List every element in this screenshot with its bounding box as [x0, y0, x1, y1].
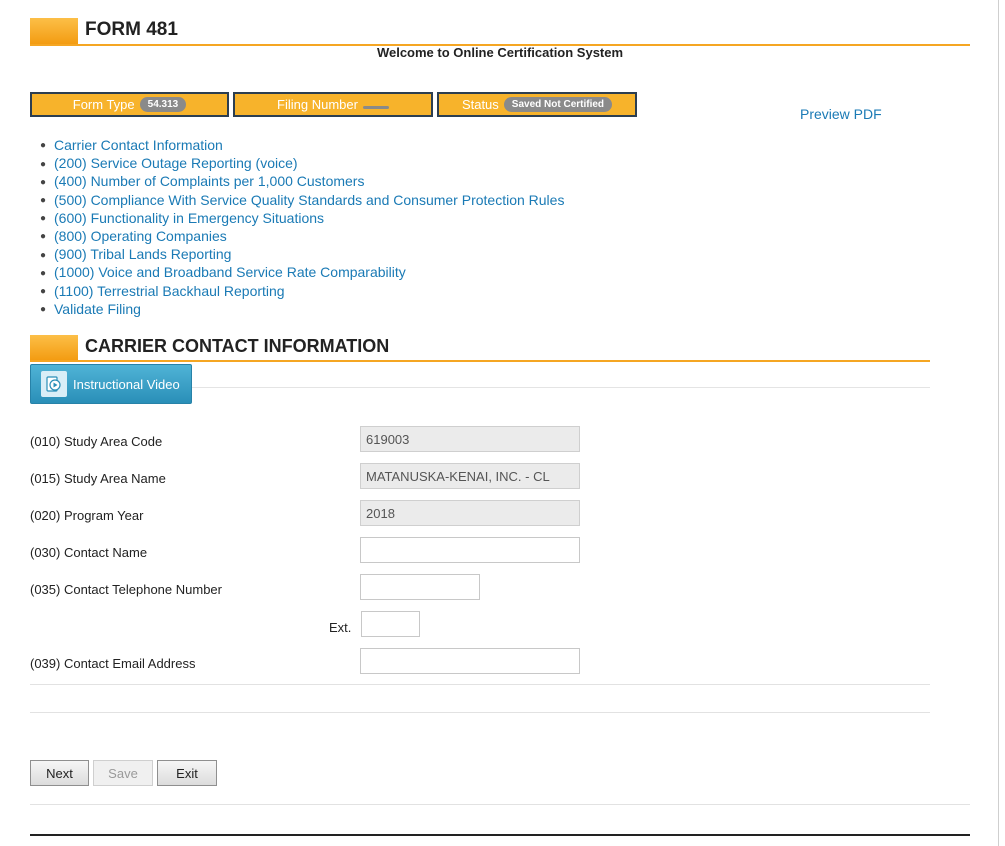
bullet-icon: ● [40, 304, 47, 316]
divider [30, 804, 970, 805]
form-type-badge: 54.313 [139, 97, 187, 112]
nav-link-1100[interactable]: (1100) Terrestrial Backhaul Reporting [54, 283, 285, 299]
nav-item-900: ● (900) Tribal Lands Reporting [40, 246, 564, 264]
next-button[interactable]: Next [30, 760, 89, 786]
contact-phone-label: (035) Contact Telephone Number [30, 582, 222, 597]
welcome-text: Welcome to Online Certification System [376, 45, 624, 60]
bullet-icon: ● [40, 158, 47, 170]
filing-number-badge [362, 106, 389, 109]
nav-link-900[interactable]: (900) Tribal Lands Reporting [54, 246, 231, 262]
nav-link-carrier-contact[interactable]: Carrier Contact Information [54, 137, 223, 153]
bullet-icon: ● [40, 231, 47, 243]
bullet-icon: ● [40, 140, 47, 152]
nav-link-validate-filing[interactable]: Validate Filing [54, 301, 141, 317]
study-area-name-label: (015) Study Area Name [30, 471, 166, 486]
instructional-video-label: Instructional Video [73, 376, 180, 392]
preview-pdf-link[interactable]: Preview PDF [800, 106, 882, 122]
nav-item-validate: ● Validate Filing [40, 301, 564, 319]
header-orange-tab [30, 18, 78, 44]
exit-button[interactable]: Exit [157, 760, 217, 786]
page-right-border [998, 0, 999, 846]
status-box: Status Saved Not Certified [437, 92, 637, 117]
nav-item-carrier-contact: ● Carrier Contact Information [40, 137, 564, 155]
filing-number-box: Filing Number [233, 92, 433, 117]
section-orange-tab [30, 335, 78, 360]
study-area-code-label: (010) Study Area Code [30, 434, 163, 449]
status-badge: Saved Not Certified [503, 97, 613, 112]
nav-item-1100: ● (1100) Terrestrial Backhaul Reporting [40, 283, 564, 301]
bullet-icon: ● [40, 213, 47, 225]
bullet-icon: ● [40, 176, 47, 188]
nav-item-400: ● (400) Number of Complaints per 1,000 Cu… [40, 173, 564, 191]
filing-number-label: Filing Number [277, 97, 358, 112]
nav-link-800[interactable]: (800) Operating Companies [54, 228, 227, 244]
bullet-icon: ● [40, 285, 47, 297]
footer-rule [30, 834, 970, 836]
nav-link-1000[interactable]: (1000) Voice and Broadband Service Rate … [54, 264, 406, 280]
form-header: FORM 481 [30, 16, 970, 46]
divider [30, 684, 930, 685]
contact-email-label: (039) Contact Email Address [30, 656, 196, 671]
study-area-code-field[interactable] [360, 426, 580, 452]
contact-name-field[interactable] [360, 537, 580, 563]
program-year-field[interactable] [360, 500, 580, 526]
instructional-video-button[interactable]: Instructional Video [30, 364, 192, 404]
nav-link-500[interactable]: (500) Compliance With Service Quality St… [54, 192, 564, 208]
form-title: FORM 481 [85, 19, 178, 40]
contact-email-field[interactable] [360, 648, 580, 674]
bullet-icon: ● [40, 194, 47, 206]
phone-ext-field[interactable] [361, 611, 420, 637]
status-label: Status [461, 97, 499, 112]
bullet-icon: ● [40, 249, 47, 261]
save-button[interactable]: Save [93, 760, 153, 786]
section-title: CARRIER CONTACT INFORMATION [85, 336, 390, 356]
section-header: CARRIER CONTACT INFORMATION [30, 334, 930, 362]
divider [192, 387, 930, 388]
form-type-box: Form Type 54.313 [30, 92, 229, 117]
nav-link-600[interactable]: (600) Functionality in Emergency Situati… [54, 210, 324, 226]
nav-item-800: ● (800) Operating Companies [40, 228, 564, 246]
form-type-label: Form Type [72, 97, 135, 112]
video-play-icon [41, 371, 67, 397]
program-year-label: (020) Program Year [30, 508, 144, 523]
nav-link-400[interactable]: (400) Number of Complaints per 1,000 Cus… [54, 173, 364, 189]
contact-name-label: (030) Contact Name [30, 545, 148, 560]
study-area-name-field[interactable] [360, 463, 580, 489]
nav-link-200[interactable]: (200) Service Outage Reporting (voice) [54, 155, 298, 171]
divider [30, 712, 930, 713]
bullet-icon: ● [40, 267, 47, 279]
nav-item-1000: ● (1000) Voice and Broadband Service Rate… [40, 264, 564, 282]
contact-phone-field[interactable] [360, 574, 480, 600]
nav-item-200: ● (200) Service Outage Reporting (voice) [40, 155, 564, 173]
ext-label: Ext. [329, 620, 352, 635]
nav-item-500: ● (500) Compliance With Service Quality S… [40, 192, 564, 210]
section-nav-list: ● Carrier Contact Information ● (200) Serv… [40, 137, 564, 319]
nav-item-600: ● (600) Functionality in Emergency Situat… [40, 210, 564, 228]
